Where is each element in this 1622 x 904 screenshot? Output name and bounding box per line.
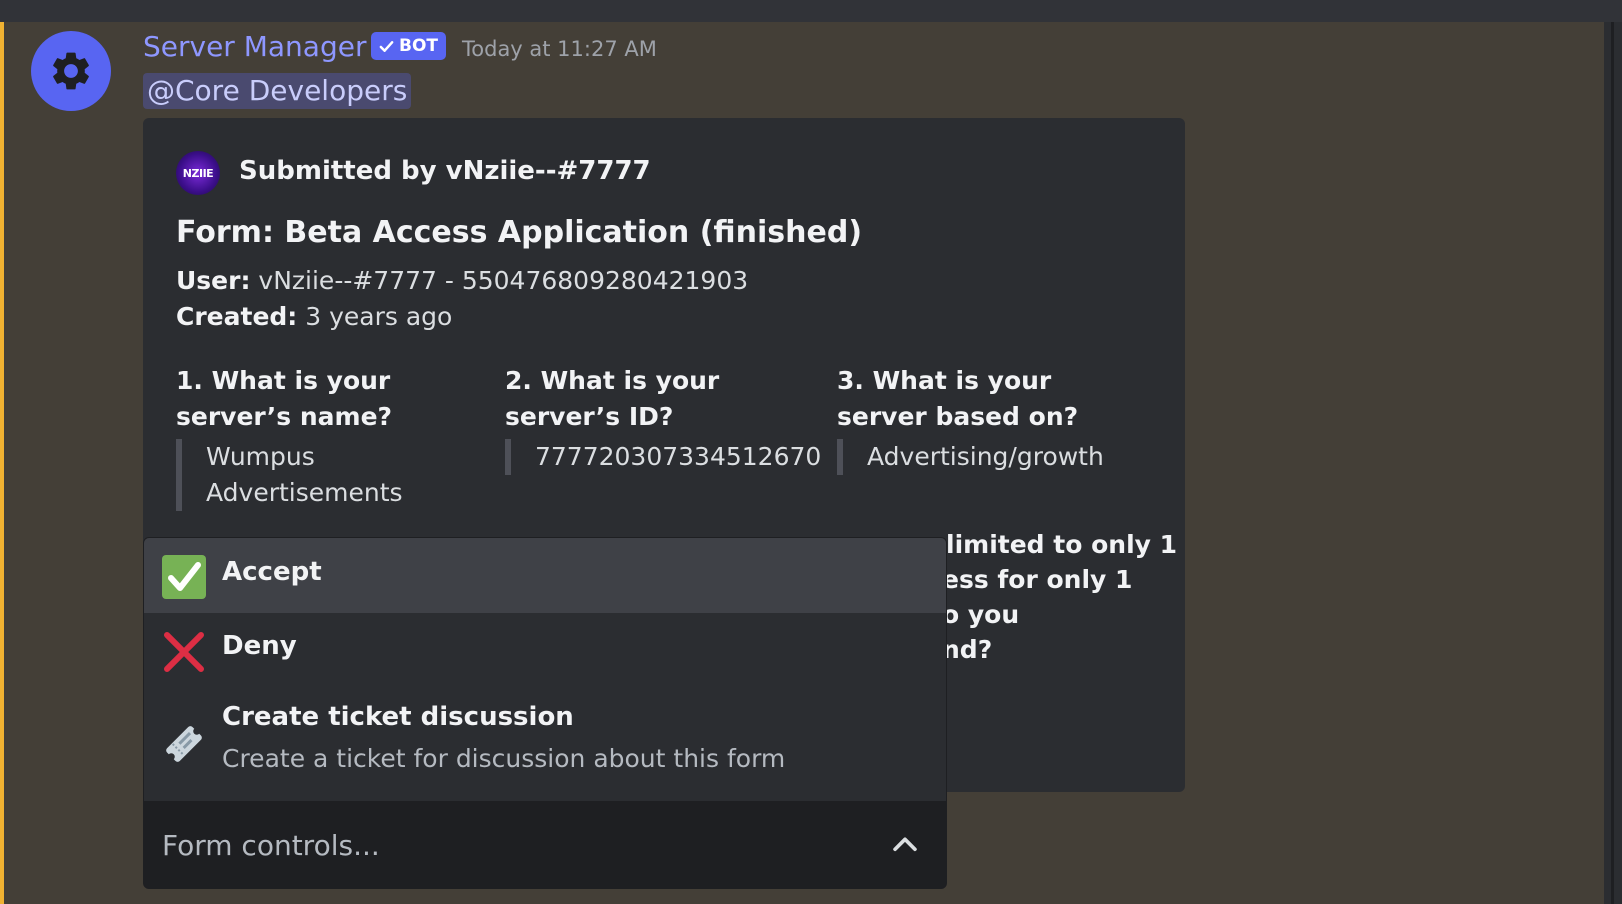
user-line: User: vNziie--#7777 - 550476809280421903 — [176, 266, 748, 295]
check-mark-icon — [162, 555, 206, 599]
user-label: User: — [176, 266, 251, 295]
bot-badge: BOT — [371, 32, 447, 60]
option-label: Accept — [222, 557, 322, 587]
user-value: vNziie--#7777 - 550476809280421903 — [258, 266, 749, 295]
message-timestamp: Today at 11:27 AM — [462, 37, 657, 61]
form-controls-select[interactable]: Form controls... — [143, 801, 947, 889]
field-name: 3. What is your server based on? — [837, 366, 1079, 431]
partial-line: limited to only 1 — [946, 530, 1178, 559]
option-label: Deny — [222, 631, 297, 661]
menu-option-accept[interactable]: Accept — [144, 538, 946, 613]
select-placeholder: Form controls... — [162, 829, 380, 862]
partial-line: ess for only 1 — [942, 565, 1133, 594]
field-value: 777720307334512670 — [505, 439, 821, 475]
bot-badge-label: BOT — [399, 36, 439, 56]
field-server-id: 2. What is your server’s ID? 77772030733… — [505, 363, 821, 475]
field-server-name: 1. What is your server’s name? Wumpus Ad… — [176, 363, 461, 511]
chevron-up-icon — [893, 837, 917, 852]
created-value: 3 years ago — [305, 302, 453, 331]
role-mention[interactable]: @Core Developers — [143, 73, 412, 109]
field-value: Advertising/growth — [837, 439, 1137, 475]
field-partially-hidden: limited to only 1 ess for only 1 o you n… — [942, 527, 1178, 667]
menu-option-ticket[interactable]: Create ticket discussion Create a ticket… — [144, 688, 946, 802]
bot-avatar[interactable] — [31, 31, 111, 111]
partial-line: o you — [942, 600, 1020, 629]
mention-highlight-bar — [0, 22, 4, 904]
option-label: Create ticket discussion — [222, 702, 574, 732]
field-server-basis: 3. What is your server based on? Adverti… — [837, 363, 1137, 475]
message-author[interactable]: Server Manager — [143, 30, 366, 63]
partial-line: nd? — [942, 635, 993, 664]
field-name: 1. What is your server’s name? — [176, 366, 393, 431]
created-line: Created: 3 years ago — [176, 302, 452, 331]
option-description: Create a ticket for discussion about thi… — [222, 744, 786, 773]
submitter-avatar-logo-text: NZIIE — [182, 166, 214, 180]
scrollbar[interactable] — [1611, 22, 1614, 904]
cross-mark-icon — [162, 630, 206, 674]
verified-check-icon — [379, 40, 394, 52]
embed-title: Form: Beta Access Application (finished) — [176, 215, 863, 250]
embed-author: Submitted by vNziie--#7777 — [239, 156, 651, 186]
menu-option-deny[interactable]: Deny — [144, 613, 946, 688]
submitter-avatar: NZIIE — [176, 151, 220, 195]
form-controls-menu: Accept Deny Create ticket discussion Cre… — [143, 537, 947, 802]
field-name: 2. What is your server’s ID? — [505, 366, 720, 431]
ticket-icon — [162, 722, 206, 766]
top-bar — [0, 0, 1622, 22]
gear-icon — [53, 52, 89, 90]
field-value: Wumpus Advertisements — [176, 439, 461, 511]
created-label: Created: — [176, 302, 298, 331]
